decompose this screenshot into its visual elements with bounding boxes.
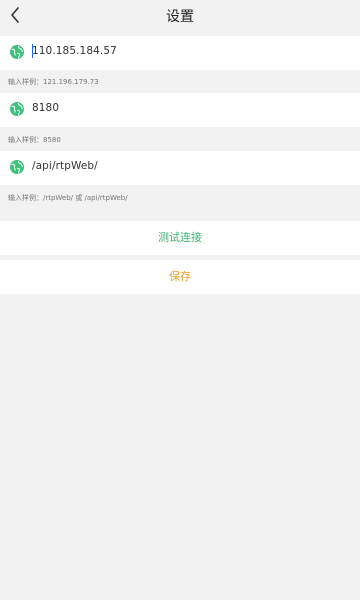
test-connection-button[interactable]: 测试连接 xyxy=(0,221,360,255)
path-hint: 输入样例：/rtpWeb/ 或 /api/rtpWeb/ xyxy=(8,194,128,202)
path-input[interactable]: /api/rtpWeb/ xyxy=(32,160,98,172)
save-button[interactable]: 保存 xyxy=(0,260,360,294)
globe-icon xyxy=(10,102,24,116)
header-bar: 设置 xyxy=(0,0,360,32)
globe-icon xyxy=(10,45,24,59)
path-field-row[interactable]: /api/rtpWeb/ xyxy=(0,151,360,185)
port-field-row[interactable]: 8180 xyxy=(0,93,360,127)
port-hint: 输入样例：8580 xyxy=(8,136,61,144)
host-hint: 输入样例：121.196.179.73 xyxy=(8,78,99,86)
host-field-row[interactable]: 110.185.184.57 xyxy=(0,36,360,70)
host-input[interactable]: 110.185.184.57 xyxy=(32,45,117,57)
globe-icon xyxy=(10,160,24,174)
page-title: 设置 xyxy=(166,9,194,25)
port-input[interactable]: 8180 xyxy=(32,102,59,114)
